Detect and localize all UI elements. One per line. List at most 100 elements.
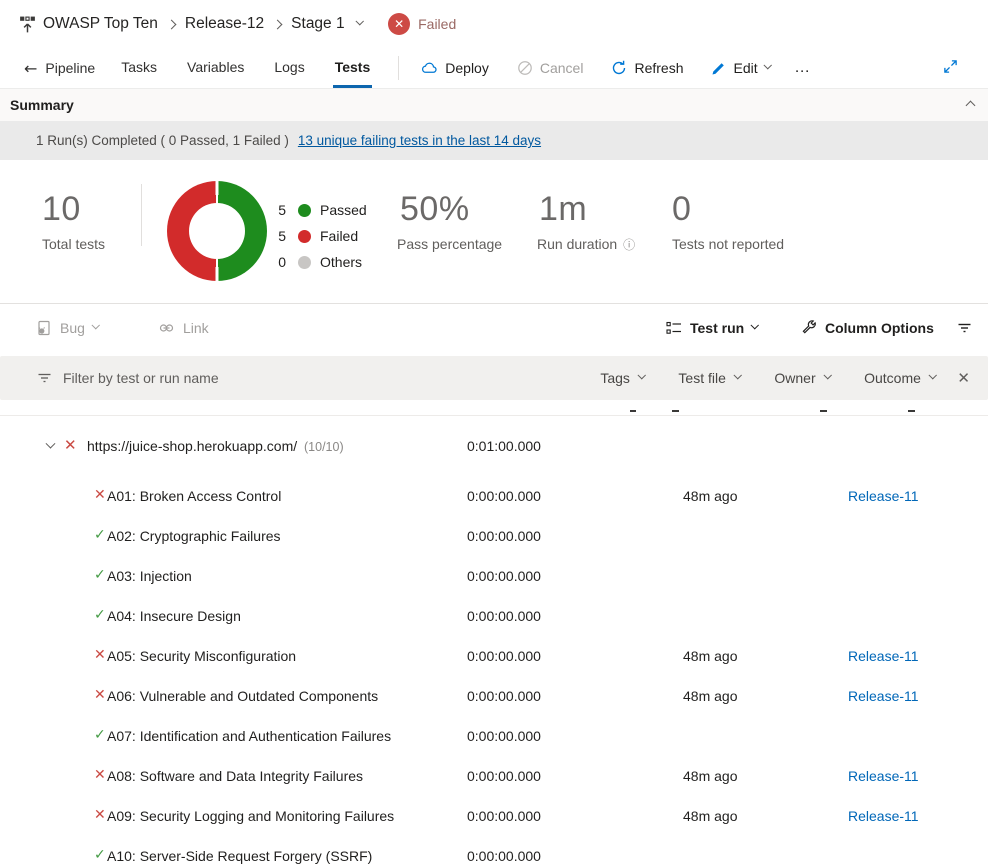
failed-icon: ✕ — [94, 487, 106, 503]
group-by-test-run-button[interactable]: Test run — [666, 304, 758, 352]
tests-not-reported-value: 0 — [672, 190, 691, 229]
tests-not-reported-label: Tests not reported — [672, 236, 784, 252]
total-tests-value: 10 — [42, 190, 81, 229]
refresh-button[interactable]: Refresh — [611, 60, 683, 76]
tab-variables[interactable]: Variables — [185, 48, 246, 88]
tab-tasks[interactable]: Tasks — [119, 48, 159, 88]
filter-icon — [956, 320, 973, 336]
filter-outcome-dropdown[interactable]: Outcome — [864, 370, 935, 386]
filter-tags-dropdown[interactable]: Tags — [600, 370, 644, 386]
filter-input[interactable] — [63, 370, 600, 386]
pass-percentage-label: Pass percentage — [397, 236, 502, 252]
test-name: A01: Broken Access Control — [107, 488, 281, 504]
back-to-pipeline-button[interactable]: ← Pipeline — [24, 48, 95, 88]
fullscreen-button[interactable] — [943, 59, 958, 77]
failed-circle-icon: ✕ — [388, 13, 410, 35]
test-duration: 0:00:00.000 — [467, 648, 541, 664]
test-group-row[interactable]: ✕ https://juice-shop.herokuapp.com/ (10/… — [0, 427, 988, 467]
bug-label: Bug — [60, 320, 85, 336]
filter-test-file-dropdown[interactable]: Test file — [678, 370, 740, 386]
group-duration: 0:01:00.000 — [467, 438, 541, 454]
runs-completed-text: 1 Run(s) Completed ( 0 Passed, 1 Failed … — [36, 133, 289, 148]
test-duration: 0:00:00.000 — [467, 768, 541, 784]
cancel-label: Cancel — [540, 60, 584, 76]
passed-label: Passed — [320, 202, 367, 218]
test-row[interactable]: ✓A03: Injection0:00:00.000 — [0, 557, 988, 597]
toolbar-filter-button[interactable] — [956, 304, 973, 352]
others-label: Others — [320, 254, 362, 270]
test-row[interactable]: ✓A07: Identification and Authentication … — [0, 717, 988, 757]
clipped-column-header-row — [0, 400, 988, 416]
deploy-label: Deploy — [445, 60, 489, 76]
failing-release-link[interactable]: Release-11 — [848, 688, 919, 704]
info-icon: ⓘ — [623, 238, 635, 252]
filter-bar: Tags Test file Owner Outcome ✕ — [0, 356, 988, 400]
breadcrumb-item-release[interactable]: Release-12 — [185, 15, 264, 33]
test-row[interactable]: ✕A05: Security Misconfiguration0:00:00.0… — [0, 637, 988, 677]
link-label: Link — [183, 320, 209, 336]
failing-since: 48m ago — [683, 688, 737, 704]
test-row[interactable]: ✓A02: Cryptographic Failures0:00:00.000 — [0, 517, 988, 557]
group-name: https://juice-shop.herokuapp.com/ — [87, 438, 297, 454]
stage-dropdown-chevron-icon[interactable] — [355, 17, 363, 25]
bug-dropdown-chevron-icon — [92, 321, 100, 329]
failed-count: 5 — [270, 228, 286, 244]
passed-icon: ✓ — [94, 527, 106, 543]
failed-icon: ✕ — [94, 647, 106, 663]
release-pipeline-icon — [18, 15, 37, 34]
tab-tests[interactable]: Tests — [333, 48, 373, 88]
failing-since: 48m ago — [683, 488, 737, 504]
passed-icon: ✓ — [94, 567, 106, 583]
test-row[interactable]: ✓A04: Insecure Design0:00:00.000 — [0, 597, 988, 637]
failing-release-link[interactable]: Release-11 — [848, 648, 919, 664]
collapse-chevron-icon[interactable] — [966, 100, 976, 110]
test-row[interactable]: ✓A10: Server-Side Request Forgery (SSRF)… — [0, 837, 988, 864]
status-badge: ✕ Failed — [388, 13, 456, 35]
pass-percentage-value: 50% — [400, 190, 470, 229]
column-options-button[interactable]: Column Options — [800, 304, 934, 352]
stats-divider — [141, 184, 142, 246]
toolbar-divider — [398, 56, 399, 80]
failing-release-link[interactable]: Release-11 — [848, 808, 919, 824]
legend-row-passed: 5 Passed — [270, 197, 367, 223]
test-duration: 0:00:00.000 — [467, 688, 541, 704]
breadcrumb-item-pipeline[interactable]: OWASP Top Ten — [43, 15, 158, 33]
test-row[interactable]: ✕A08: Software and Data Integrity Failur… — [0, 757, 988, 797]
back-arrow-icon: ← — [24, 59, 37, 78]
bug-icon — [36, 320, 52, 336]
tab-logs[interactable]: Logs — [272, 48, 306, 88]
failing-since: 48m ago — [683, 768, 737, 784]
test-duration: 0:00:00.000 — [467, 608, 541, 624]
test-row[interactable]: ✕A06: Vulnerable and Outdated Components… — [0, 677, 988, 717]
failing-release-link[interactable]: Release-11 — [848, 488, 919, 504]
others-count: 0 — [270, 254, 286, 270]
create-bug-button[interactable]: Bug — [36, 304, 98, 352]
test-duration: 0:00:00.000 — [467, 568, 541, 584]
chevron-down-icon — [823, 371, 831, 379]
test-row[interactable]: ✕A09: Security Logging and Monitoring Fa… — [0, 797, 988, 837]
group-by-chevron-icon — [751, 321, 759, 329]
edit-dropdown-chevron-icon — [763, 61, 771, 69]
edit-button[interactable]: Edit — [711, 60, 770, 76]
more-actions-button[interactable]: … — [794, 59, 812, 77]
deploy-button[interactable]: Deploy — [421, 60, 489, 76]
failed-icon: ✕ — [94, 807, 106, 823]
failing-release-link[interactable]: Release-11 — [848, 768, 919, 784]
expander-chevron-icon[interactable] — [46, 439, 56, 449]
link-button[interactable]: Link — [158, 304, 209, 352]
grouped-list-icon — [666, 320, 682, 336]
filter-owner-dropdown[interactable]: Owner — [774, 370, 830, 386]
chevron-down-icon — [734, 371, 742, 379]
group-pass-count: (10/10) — [304, 440, 344, 454]
cancel-button[interactable]: Cancel — [517, 60, 584, 76]
unique-failing-tests-link[interactable]: 13 unique failing tests in the last 14 d… — [298, 133, 541, 148]
summary-section-header[interactable]: Summary — [0, 88, 988, 121]
outcome-donut-chart — [167, 181, 267, 281]
close-filter-icon[interactable]: ✕ — [953, 369, 974, 387]
failed-icon: ✕ — [64, 436, 77, 454]
passed-icon: ✓ — [94, 607, 106, 623]
link-icon — [158, 320, 175, 336]
breadcrumb-item-stage[interactable]: Stage 1 — [291, 15, 344, 33]
test-row[interactable]: ✕A01: Broken Access Control0:00:00.00048… — [0, 477, 988, 517]
tab-bar: ← Pipeline Tasks Variables Logs Tests De… — [0, 48, 988, 88]
